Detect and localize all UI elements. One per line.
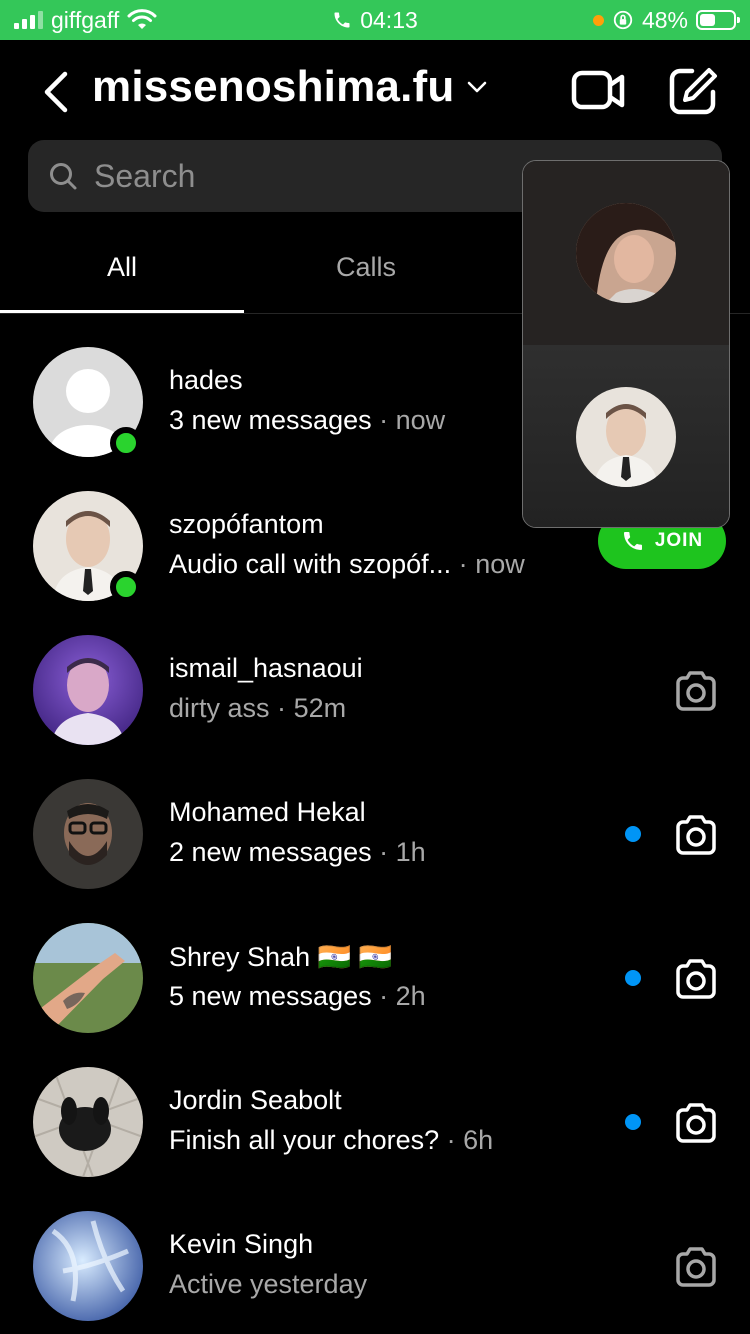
compose-icon[interactable] — [668, 66, 718, 116]
contact-name: ismail_hasnaoui — [169, 653, 363, 683]
message-preview: 2 new messages · 1h — [169, 837, 426, 867]
online-status-indicator — [110, 571, 142, 603]
camera-icon[interactable] — [672, 811, 720, 859]
camera-icon[interactable] — [672, 1243, 720, 1291]
avatar — [33, 635, 143, 745]
tab-all[interactable]: All — [0, 222, 244, 312]
chevron-down-icon — [468, 81, 487, 93]
call-preview-window[interactable] — [522, 160, 730, 528]
cellular-signal-icon — [14, 11, 43, 29]
wifi-icon — [127, 9, 157, 29]
account-switcher[interactable]: missenoshima.fu — [92, 62, 488, 112]
conversation-row-ismail-hasnaoui[interactable]: ismail_hasnaoui dirty ass · 52m — [0, 635, 750, 779]
tab-calls[interactable]: Calls — [244, 222, 488, 312]
avatar — [33, 923, 143, 1033]
remote-participant-tile — [523, 161, 729, 345]
search-input[interactable] — [94, 157, 494, 195]
page-title: missenoshima.fu — [92, 62, 455, 111]
phone-icon — [623, 532, 642, 550]
self-participant-tile — [523, 345, 729, 527]
online-status-indicator — [110, 427, 142, 459]
battery-icon — [696, 10, 740, 30]
contact-name: Mohamed Hekal — [169, 797, 366, 827]
message-preview: Active yesterday — [169, 1269, 368, 1299]
message-preview: dirty ass · 52m — [169, 693, 347, 723]
camera-icon[interactable] — [672, 1099, 720, 1147]
rotation-lock-icon — [613, 10, 633, 30]
chevron-left-icon[interactable] — [38, 68, 74, 116]
message-preview: Finish all your chores? · 6h — [169, 1125, 494, 1155]
carrier-name: giffgaff — [51, 6, 120, 33]
conversation-row-kevin-singh[interactable]: Kevin Singh Active yesterday — [0, 1211, 750, 1334]
message-preview: 3 new messages · now — [169, 405, 446, 435]
clock: 04:13 — [360, 6, 418, 33]
message-preview: Audio call with szopóf... · now — [169, 549, 525, 579]
contact-name: Kevin Singh — [169, 1229, 314, 1259]
remote-participant-avatar — [576, 203, 676, 303]
conversation-row-shrey-shah[interactable]: Shrey Shah 🇮🇳 🇮🇳 5 new messages · 2h — [0, 923, 750, 1067]
unread-indicator — [625, 826, 641, 842]
unread-indicator — [625, 970, 641, 986]
contact-name: hades — [169, 365, 243, 395]
avatar — [33, 1211, 143, 1321]
avatar — [33, 1067, 143, 1177]
avatar — [33, 779, 143, 889]
conversation-row-jordin-seabolt[interactable]: Jordin Seabolt Finish all your chores? ·… — [0, 1067, 750, 1211]
message-preview: 5 new messages · 2h — [169, 981, 426, 1011]
contact-name: Jordin Seabolt — [169, 1085, 342, 1115]
self-participant-avatar — [576, 387, 676, 487]
status-bar: giffgaff 04:13 48% — [0, 0, 750, 40]
video-camera-icon[interactable] — [570, 66, 626, 116]
unread-indicator — [625, 1114, 641, 1130]
conversation-row-mohamed-hekal[interactable]: Mohamed Hekal 2 new messages · 1h — [0, 779, 750, 923]
join-label: JOIN — [654, 530, 704, 551]
header: missenoshima.fu — [0, 40, 750, 140]
mic-in-use-indicator — [592, 14, 604, 26]
contact-name: Shrey Shah 🇮🇳 🇮🇳 — [169, 942, 393, 972]
contact-name: szopófantom — [169, 509, 324, 539]
phone-call-icon — [334, 12, 350, 28]
search-icon — [50, 163, 77, 190]
active-tab-indicator — [0, 310, 244, 313]
battery-percentage: 48% — [641, 6, 688, 33]
camera-icon[interactable] — [672, 955, 720, 1003]
camera-icon[interactable] — [672, 667, 720, 715]
